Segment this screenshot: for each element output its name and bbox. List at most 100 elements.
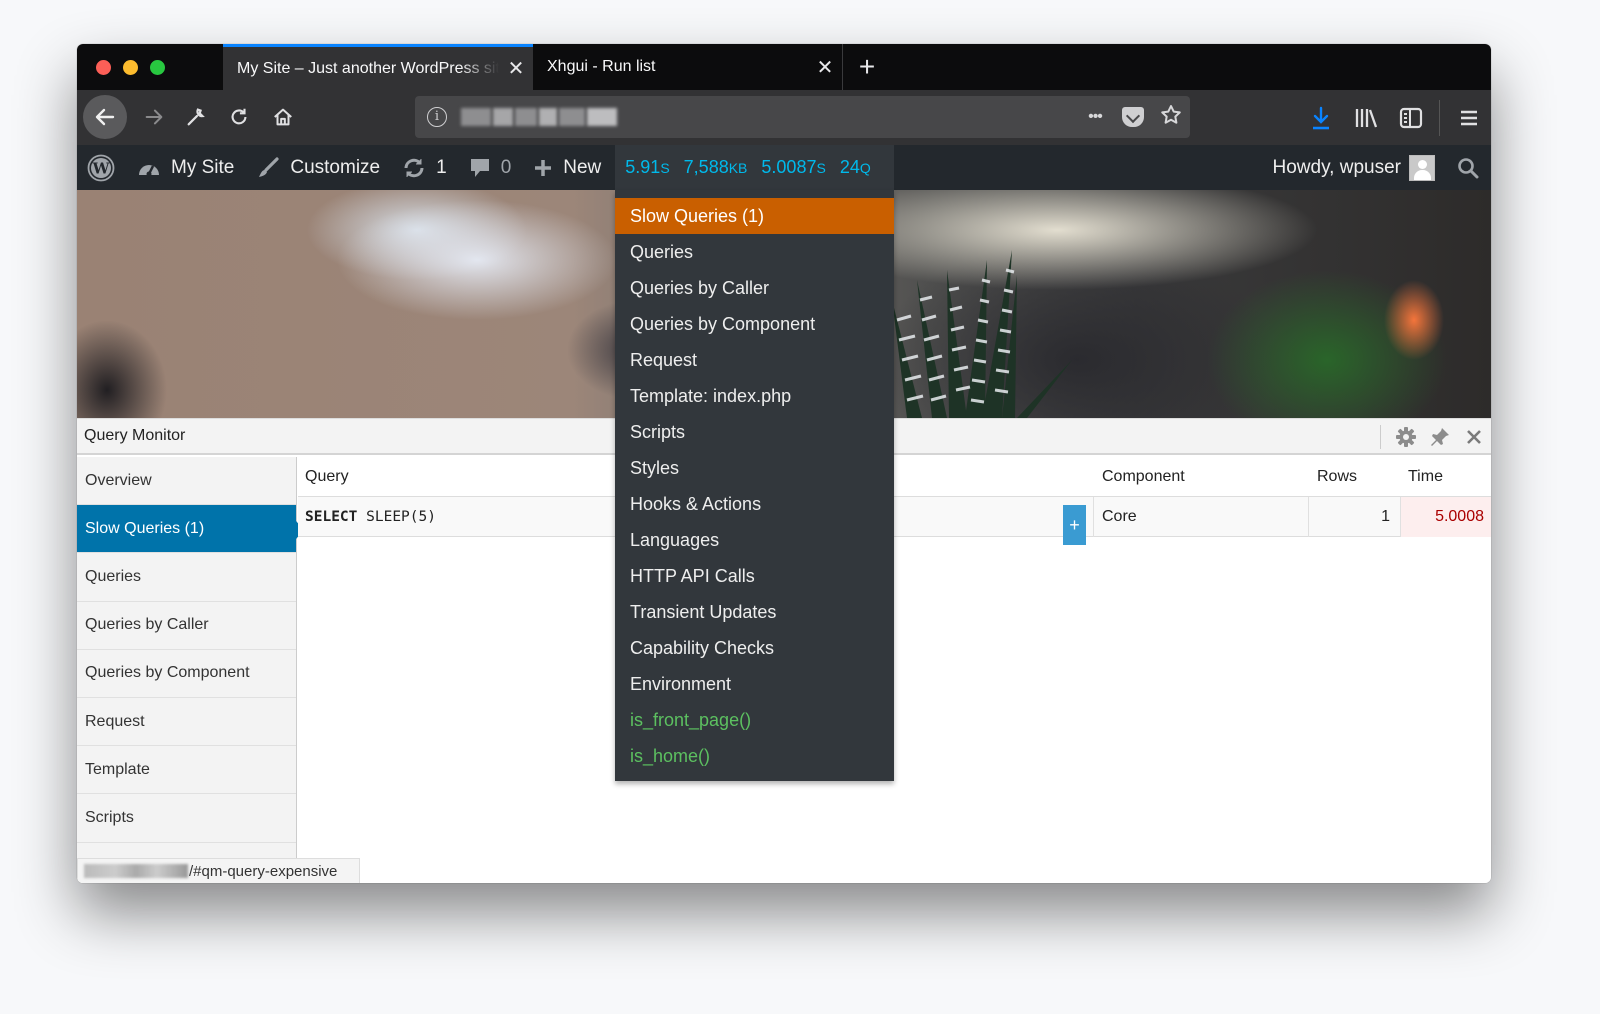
minimize-window-button[interactable] [123,60,138,75]
comments-link[interactable]: 0 [461,145,520,190]
tools-button[interactable] [179,100,213,134]
menu-item-queries[interactable]: Queries [615,234,894,270]
close-icon[interactable]: ✕ [499,56,533,81]
menu-item-styles[interactable]: Styles [615,450,894,486]
close-window-button[interactable] [96,60,111,75]
howdy-label: Howdy, wpuser [1272,156,1401,178]
menu-item-hooks-actions[interactable]: Hooks & Actions [615,486,894,522]
menu-item-queries-by-component[interactable]: Queries by Component [615,306,894,342]
navigation-toolbar: i ••• [77,90,1491,145]
query-count: 24Q [839,157,871,177]
comments-count: 0 [500,156,512,178]
wrench-icon [187,108,205,126]
dashboard-icon [137,157,161,179]
menu-item-is-front-page[interactable]: is_front_page() [615,702,894,738]
qm-dropdown-menu: Slow Queries (1) Queries Queries by Call… [615,190,894,781]
url-text-redacted [461,108,617,126]
sidebar-icon[interactable] [1388,90,1433,145]
my-site-label: My Site [171,156,235,178]
reload-button[interactable] [222,100,256,134]
pin-icon[interactable] [1423,419,1457,454]
expand-caller-button[interactable]: + [1063,505,1086,545]
new-label: New [563,156,602,178]
menu-item-scripts[interactable]: Scripts [615,414,894,450]
menu-item-request[interactable]: Request [615,342,894,378]
close-panel-icon[interactable] [1457,419,1491,454]
arrow-right-icon [145,109,163,125]
customize-label: Customize [290,156,381,178]
qm-nav-request[interactable]: Request [77,698,296,747]
search-icon [1458,157,1479,178]
hamburger-menu-icon[interactable] [1446,90,1491,145]
slow-queries-table: Query Component Rows Time SELECT SLEEP(5… [298,457,1491,545]
menu-item-capability-checks[interactable]: Capability Checks [615,630,894,666]
svg-text:W: W [92,159,111,177]
tab-title: My Site – Just another WordPress site [237,59,499,77]
qm-nav-queries[interactable]: Queries [77,553,296,602]
qm-nav-template[interactable]: Template [77,746,296,795]
query-monitor-stats[interactable]: 5.91S 7,588KB 5.0087S 24Q [615,145,895,190]
table-header-row: Query Component Rows Time [298,457,1491,497]
wordpress-logo-button[interactable]: W [77,145,123,190]
updates-link[interactable]: 1 [394,145,455,190]
new-tab-button[interactable]: + [852,50,882,84]
peak-memory: 7,588KB [683,157,748,177]
link-status-bar: /#qm-query-expensive [77,858,360,883]
qm-nav-queries-by-caller[interactable]: Queries by Caller [77,602,296,650]
table-row: SELECT SLEEP(5) + Core 1 5.0008 [298,497,1491,545]
menu-item-slow-queries[interactable]: Slow Queries (1) [615,198,894,234]
status-url: /#qm-query-expensive [189,862,338,880]
updates-icon [402,156,426,180]
maximize-window-button[interactable] [150,60,165,75]
column-header-time[interactable]: Time [1408,457,1443,497]
browser-window: My Site – Just another WordPress site ✕ … [77,44,1491,883]
library-icon[interactable] [1343,90,1388,145]
forward-button[interactable] [137,100,171,134]
menu-item-languages[interactable]: Languages [615,522,894,558]
comment-icon [469,156,491,180]
page-actions-button[interactable]: ••• [1076,108,1114,126]
time-cell: 5.0008 [1400,497,1491,537]
bookmark-star-icon[interactable] [1152,103,1190,132]
menu-item-template[interactable]: Template: index.php [615,378,894,414]
rows-cell: 1 [1308,497,1400,537]
menu-item-http-api-calls[interactable]: HTTP API Calls [615,558,894,594]
menu-item-environment[interactable]: Environment [615,666,894,702]
tab-my-site[interactable]: My Site – Just another WordPress site ✕ [223,44,533,90]
qm-nav-scripts[interactable]: Scripts [77,794,296,843]
new-content-link[interactable]: New [525,145,609,190]
info-icon[interactable]: i [427,107,447,127]
menu-item-queries-by-caller[interactable]: Queries by Caller [615,270,894,306]
qm-nav-queries-by-component[interactable]: Queries by Component [77,650,296,698]
wordpress-logo-icon: W [87,154,115,181]
back-button[interactable] [83,95,127,139]
query-sql: SELECT SLEEP(5) [305,509,436,525]
status-url-redacted [84,864,188,878]
toolbar-separator [1439,99,1440,136]
page-generation-time: 5.91S [625,157,670,177]
column-header-component[interactable]: Component [1102,457,1185,497]
updates-count: 1 [436,156,447,178]
paintbrush-icon [256,156,280,180]
qm-nav-overview[interactable]: Overview [77,457,296,506]
tab-xhgui[interactable]: Xhgui - Run list ✕ [533,44,843,90]
home-icon [274,108,292,126]
download-icon[interactable] [1298,90,1343,145]
home-button[interactable] [266,100,300,134]
column-header-rows[interactable]: Rows [1317,457,1357,497]
close-icon[interactable]: ✕ [808,55,842,80]
customize-link[interactable]: Customize [248,145,388,190]
menu-item-is-home[interactable]: is_home() [615,738,894,774]
tab-strip: My Site – Just another WordPress site ✕ … [77,44,1491,90]
search-button[interactable] [1443,145,1491,190]
settings-gear-icon[interactable] [1389,419,1423,454]
qm-nav-slow-queries[interactable]: Slow Queries (1) [77,505,304,554]
pocket-icon[interactable] [1122,107,1144,127]
column-header-query[interactable]: Query [305,457,349,497]
url-bar[interactable]: i ••• [415,96,1190,138]
wp-admin-bar: W My Site Customize 1 0 New 5.91S 7,588K… [77,145,1491,190]
my-site-link[interactable]: My Site [129,145,242,190]
header-separator [1380,424,1381,449]
my-account-link[interactable]: Howdy, wpuser [1265,145,1443,190]
menu-item-transient-updates[interactable]: Transient Updates [615,594,894,630]
